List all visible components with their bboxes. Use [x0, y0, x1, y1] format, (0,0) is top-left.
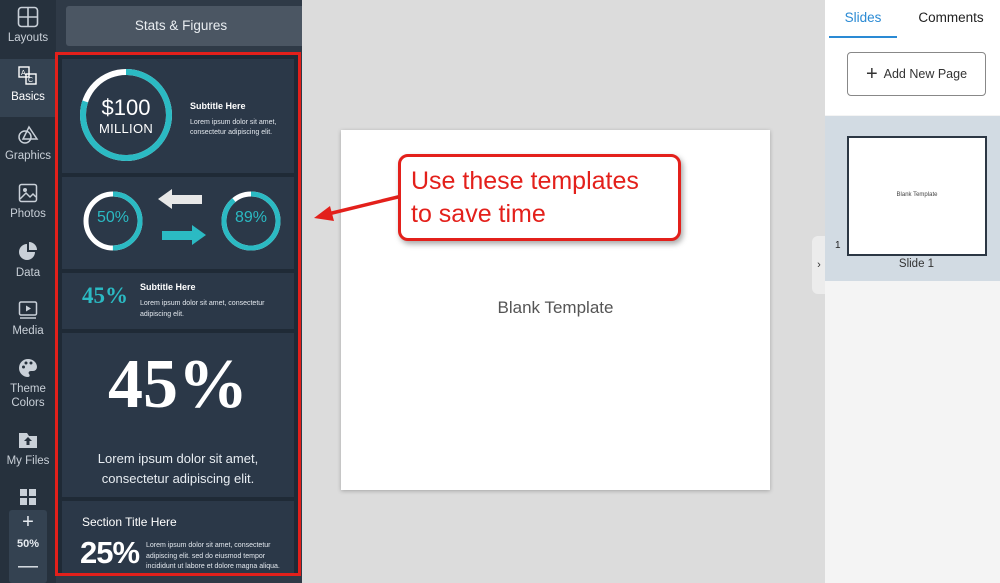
body-text: Lorem ipsum dolor sit amet, consectetur …: [97, 451, 259, 486]
panel-title: Stats & Figures: [134, 18, 228, 33]
arrow-right-icon: [162, 225, 206, 245]
body-text: Lorem ipsum dolor sit amet, consectetur …: [190, 119, 277, 136]
rail-label: Data: [15, 267, 41, 279]
rail-item-my-files[interactable]: My Files: [0, 423, 56, 481]
zoom-control: + 50% —: [9, 510, 47, 583]
callout-text: Use these templates to save time: [411, 165, 639, 231]
thumbnail-text: Blank Template: [896, 192, 938, 198]
tab-slides[interactable]: Slides: [829, 0, 897, 38]
slides-sidebar: Slides Comments + Add New Page 1 Blank T…: [825, 0, 1000, 583]
stat-right-percent: 89%: [234, 209, 268, 226]
upload-icon: [17, 429, 39, 451]
slide-caption: Slide 1: [898, 258, 935, 270]
rail-item-graphics[interactable]: Graphics: [0, 118, 56, 176]
slide-thumbnail[interactable]: Blank Template: [847, 136, 987, 256]
stat-left-percent: 50%: [96, 209, 130, 226]
section-title: Section Title Here: [82, 515, 177, 529]
stat-amount: $100: [101, 95, 151, 120]
photos-icon: [17, 182, 39, 204]
data-icon: [17, 241, 39, 263]
zoom-level: 50%: [16, 538, 40, 550]
zoom-in-button[interactable]: +: [9, 512, 47, 532]
template-card-percent-large[interactable]: 45% Lorem ipsum dolor sit amet, consecte…: [62, 333, 294, 497]
rail-item-data[interactable]: Data: [0, 235, 56, 293]
rail-label: Graphics: [4, 150, 52, 162]
subtitle: Subtitle Here: [140, 282, 196, 292]
rail-label: My Files: [6, 455, 50, 467]
rail-label: Photos: [10, 208, 46, 220]
basics-icon: AC: [17, 65, 39, 87]
zoom-out-button[interactable]: —: [9, 556, 47, 576]
template-card-compare[interactable]: 50% 89%: [62, 177, 294, 269]
body-text: Lorem ipsum dolor sit amet, consectetur …: [140, 300, 265, 318]
annotation-callout: Use these templates to save time: [398, 154, 681, 241]
callout-arrow: [314, 194, 403, 221]
rail-item-layouts[interactable]: Layouts: [0, 0, 56, 58]
layouts-icon: [17, 6, 39, 28]
templates-list: $100 MILLION Subtitle Here Lorem ipsum d…: [55, 52, 301, 576]
svg-text:A: A: [21, 70, 26, 77]
stat-percent: 25%: [80, 535, 140, 570]
slide-number: 1: [835, 240, 841, 251]
graphics-icon: [17, 124, 39, 146]
left-icon-rail: Layouts AC Basics Graphics Photos Data M…: [0, 0, 56, 583]
palette-icon: [17, 357, 39, 379]
add-page-label: Add New Page: [883, 67, 968, 81]
rail-item-media[interactable]: Media: [0, 293, 56, 351]
plus-icon: +: [865, 63, 878, 85]
slide-text[interactable]: Blank Template: [341, 298, 770, 318]
add-new-page-button[interactable]: + Add New Page: [847, 52, 986, 96]
template-card-money[interactable]: $100 MILLION Subtitle Here Lorem ipsum d…: [62, 59, 294, 173]
svg-text:C: C: [28, 77, 33, 84]
callout-line-1: Use these templates: [411, 167, 639, 195]
rail-label: Theme Colors: [10, 383, 46, 409]
rail-item-theme-colors[interactable]: Theme Colors: [0, 351, 56, 417]
callout-line-2: to save time: [411, 200, 546, 228]
arrow-left-icon: [158, 189, 202, 209]
media-icon: [17, 299, 39, 321]
slide-thumbnail-row[interactable]: 1 Blank Template Slide 1: [825, 116, 1000, 281]
rail-label: Basics: [11, 91, 45, 103]
stat-unit: MILLION: [98, 121, 154, 136]
rail-item-basics[interactable]: AC Basics: [0, 59, 56, 117]
slides-sidebar-header: Slides Comments + Add New Page: [825, 0, 1000, 115]
rail-item-photos[interactable]: Photos: [0, 176, 56, 234]
template-card-percent-small[interactable]: 45% Subtitle Here Lorem ipsum dolor sit …: [62, 273, 294, 329]
body-text: Lorem ipsum dolor sit amet, consectetur …: [146, 542, 280, 570]
stat-percent: 45%: [82, 283, 128, 308]
subtitle: Subtitle Here: [190, 101, 246, 111]
rail-label: Layouts: [7, 32, 49, 44]
tab-comments[interactable]: Comments: [907, 0, 995, 38]
chevron-right-icon[interactable]: ›: [812, 236, 826, 294]
rail-label: Media: [12, 325, 44, 337]
template-card-section[interactable]: Section Title Here 25% Lorem ipsum dolor…: [62, 501, 294, 573]
stat-percent: 45%: [108, 346, 248, 423]
grid-view-icon[interactable]: [19, 488, 37, 506]
